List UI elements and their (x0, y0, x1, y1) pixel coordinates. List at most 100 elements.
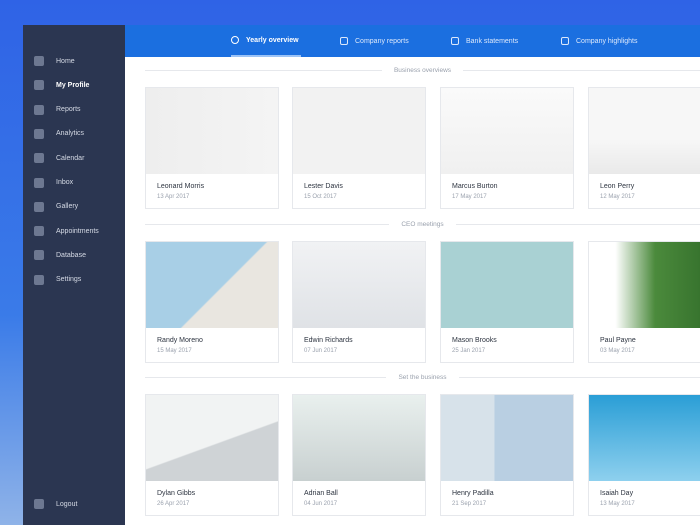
main-content: Yearly overview Company reports Bank state… (125, 25, 700, 525)
card-name: Randy Moreno (157, 337, 203, 344)
card-date: 13 Apr 2017 (157, 194, 190, 200)
person-card[interactable]: Isaiah Day 13 May 2017 (588, 394, 700, 516)
gallery-icon (34, 201, 44, 212)
card-photo (441, 242, 573, 328)
sidebar-item-database[interactable]: Database (23, 245, 125, 265)
reports-icon (34, 104, 44, 115)
sidebar-item-label: Analytics (56, 130, 85, 138)
card-name: Leon Perry (600, 183, 635, 190)
card-date: 21 Sep 2017 (452, 501, 487, 507)
sidebar-item-label: Home (56, 57, 75, 65)
tab-icon (561, 37, 569, 45)
card-date: 04 Jun 2017 (304, 501, 338, 507)
calendar-icon (34, 153, 44, 164)
card-photo (293, 242, 425, 328)
card-name: Adrian Ball (304, 490, 338, 497)
card-date: 17 May 2017 (452, 194, 487, 200)
card-name: Isaiah Day (600, 490, 634, 497)
section-title: CEO meetings (401, 220, 444, 228)
inbox-icon (34, 177, 44, 188)
sidebar-item-label: Database (56, 251, 86, 259)
sidebar-item-home[interactable]: Home (23, 51, 125, 71)
sidebar-item-analytics[interactable]: Analytics (23, 124, 125, 144)
card-name: Henry Padilla (452, 490, 494, 497)
sidebar-item-reports[interactable]: Reports (23, 100, 125, 120)
tab-company-highlights[interactable]: Company highlights (561, 25, 637, 57)
tab-icon (231, 36, 239, 44)
card-date: 15 May 2017 (157, 348, 192, 354)
sidebar-item-settings[interactable]: Settings (23, 270, 125, 290)
card-name: Dylan Gibbs (157, 490, 196, 497)
tab-bank-statements[interactable]: Bank statements (451, 25, 518, 57)
card-photo (589, 242, 700, 328)
tab-icon (340, 37, 348, 45)
logout-icon (34, 499, 44, 509)
tab-label: Company highlights (576, 37, 638, 45)
card-date: 26 Apr 2017 (157, 501, 190, 507)
section-title: Business overviews (393, 66, 452, 74)
person-card[interactable]: Paul Payne 03 May 2017 (588, 241, 700, 363)
section-header: CEO meetings (145, 219, 700, 229)
person-card[interactable]: Dylan Gibbs 26 Apr 2017 (145, 394, 279, 516)
sidebar-item-label: Appointments (56, 227, 99, 235)
person-card[interactable]: Adrian Ball 04 Jun 2017 (292, 394, 426, 516)
database-icon (34, 250, 44, 261)
sidebar-item-label: Settings (56, 276, 82, 284)
card-photo (293, 88, 425, 174)
tab-icon (451, 37, 459, 45)
sidebar-item-label: Reports (56, 106, 81, 114)
section-header: Set the business (145, 372, 700, 382)
tab-bar: Yearly overview Company reports Bank state… (125, 25, 700, 57)
card-name: Leonard Morris (157, 183, 205, 190)
card-date: 12 May 2017 (600, 194, 635, 200)
logout-label: Logout (56, 500, 78, 508)
person-card[interactable]: Edwin Richards 07 Jun 2017 (292, 241, 426, 363)
tab-company-reports[interactable]: Company reports (340, 25, 409, 57)
card-date: 15 Oct 2017 (304, 194, 337, 200)
person-card[interactable]: Henry Padilla 21 Sep 2017 (440, 394, 574, 516)
card-photo (441, 88, 573, 174)
card-photo (589, 88, 700, 174)
tab-label: Company reports (355, 37, 409, 45)
home-icon (34, 56, 44, 66)
sidebar-item-inbox[interactable]: Inbox (23, 173, 125, 193)
appointments-icon (34, 226, 44, 237)
card-photo (293, 395, 425, 481)
card-name: Edwin Richards (304, 337, 353, 344)
card-photo (589, 395, 700, 481)
card-photo (146, 242, 278, 328)
sidebar: Home My Profile Reports Analytics Calendar In… (23, 25, 125, 525)
card-photo (146, 88, 278, 174)
person-card[interactable]: Leon Perry 12 May 2017 (588, 87, 700, 209)
tab-label: Bank statements (466, 37, 519, 45)
card-date: 03 May 2017 (600, 348, 635, 354)
card-date: 25 Jan 2017 (452, 348, 486, 354)
card-photo (146, 395, 278, 481)
card-photo (441, 395, 573, 481)
sidebar-item-calendar[interactable]: Calendar (23, 148, 125, 168)
card-date: 13 May 2017 (600, 501, 635, 507)
sidebar-item-appointments[interactable]: Appointments (23, 221, 125, 241)
tab-label: Yearly overview (246, 36, 299, 44)
sidebar-item-label: Gallery (56, 203, 79, 211)
section-title: Set the business (398, 373, 447, 381)
card-name: Lester Davis (304, 183, 343, 190)
person-card[interactable]: Marcus Burton 17 May 2017 (440, 87, 574, 209)
sidebar-item-my-profile[interactable]: My Profile (23, 75, 125, 95)
sidebar-item-gallery[interactable]: Gallery (23, 197, 125, 217)
person-card[interactable]: Lester Davis 15 Oct 2017 (292, 87, 426, 209)
sidebar-item-label: Inbox (56, 179, 74, 186)
card-name: Paul Payne (600, 337, 636, 344)
section-header: Business overviews (145, 65, 700, 75)
tab-yearly-overview[interactable]: Yearly overview (231, 25, 301, 57)
card-name: Mason Brooks (452, 337, 497, 344)
sidebar-item-label: My Profile (56, 81, 90, 89)
person-card[interactable]: Leonard Morris 13 Apr 2017 (145, 87, 279, 209)
gear-icon (34, 274, 44, 285)
user-icon (34, 80, 44, 91)
card-name: Marcus Burton (452, 183, 498, 190)
logout-button[interactable]: Logout (23, 494, 125, 514)
person-card[interactable]: Randy Moreno 15 May 2017 (145, 241, 279, 363)
card-date: 07 Jun 2017 (304, 348, 338, 354)
person-card[interactable]: Mason Brooks 25 Jan 2017 (440, 241, 574, 363)
